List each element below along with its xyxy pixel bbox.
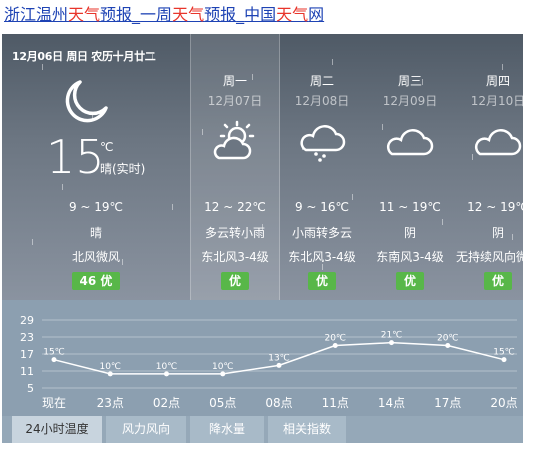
data-point xyxy=(501,357,507,363)
today-column: 12月06日 周日 农历十月廿二 15 ℃ 晴(实时) 9 ~ 19℃ 晴 北风… xyxy=(2,34,190,300)
y-tick-label: 29 xyxy=(20,314,34,327)
day-range: 11 ~ 19℃ xyxy=(379,200,441,214)
moon-icon xyxy=(65,80,108,123)
aqi-badge: 优 xyxy=(307,272,336,290)
day-weather: 阴 xyxy=(491,226,504,240)
data-point xyxy=(51,357,57,363)
data-label: 20℃ xyxy=(437,334,459,344)
data-label: 21℃ xyxy=(381,331,403,341)
y-tick-label: 23 xyxy=(20,331,34,344)
day-date: 12月08日 xyxy=(294,94,350,108)
current-temp: 15 xyxy=(46,130,105,184)
data-label: 13℃ xyxy=(268,353,290,363)
rain-cloud-icon xyxy=(300,125,346,162)
data-point xyxy=(445,343,451,348)
cloud-icon xyxy=(475,129,522,156)
aqi-badge: 46 优 xyxy=(71,272,121,290)
temp-unit: ℃ xyxy=(100,140,114,154)
data-label: 10℃ xyxy=(212,362,234,372)
data-point xyxy=(276,362,282,368)
today-weather: 晴 xyxy=(89,226,102,240)
day-date: 12月10日 xyxy=(470,94,523,108)
cloud-icon xyxy=(387,129,434,156)
y-tick-label: 11 xyxy=(20,365,34,378)
aqi-badge: 优 xyxy=(220,272,249,290)
day-weather: 多云转小雨 xyxy=(204,226,265,240)
data-label: 10℃ xyxy=(156,362,178,372)
x-tick-label: 23点 xyxy=(97,396,124,410)
tab-indices[interactable]: 相关指数 xyxy=(268,416,346,443)
x-tick-label: 14点 xyxy=(378,396,405,410)
page-title: 浙江温州天气预报_一周天气预报_中国天气网 xyxy=(4,4,324,26)
forecast-day-3[interactable]: 周三 12月09日 11 ~ 19℃ 阴 东南风3-4级 优 xyxy=(366,34,454,300)
temperature-chart: 29 23 17 11 5 15℃ 现在 10℃ 23点 10℃ 02点 10℃ 05点 13℃ 08点 20… xyxy=(2,300,523,416)
data-point xyxy=(332,343,338,348)
data-point xyxy=(107,371,113,377)
forecast-day-2[interactable]: 周二 12月08日 9 ~ 16℃ 小雨转多云 东北风3-4级 优 xyxy=(278,34,366,300)
data-point xyxy=(164,371,169,377)
day-range: 9 ~ 16℃ xyxy=(294,200,350,214)
x-tick-label: 11点 xyxy=(322,396,349,410)
data-label: 15℃ xyxy=(43,348,65,358)
x-tick-label: 17点 xyxy=(434,396,461,410)
day-wind: 东北风3-4级 xyxy=(288,250,356,264)
y-tick-label: 17 xyxy=(20,348,34,361)
tab-24h-temp[interactable]: 24小时温度 xyxy=(12,416,102,443)
day-date: 12月09日 xyxy=(382,94,438,108)
temperature-line-chart: 29 23 17 11 5 15℃ 现在 10℃ 23点 10℃ 02点 10℃ 05点 13℃ 08点 20… xyxy=(20,314,518,410)
today-range: 9 ~ 19℃ xyxy=(68,200,124,214)
title-link[interactable]: 浙江温州天气预报_一周天气预报_中国天气网 xyxy=(4,5,324,24)
x-tick-label: 20点 xyxy=(490,396,517,410)
aqi-badge: 优 xyxy=(395,272,424,290)
realtime-weather: 晴(实时) xyxy=(100,162,146,176)
y-tick-label: 5 xyxy=(27,382,34,395)
day-range: 12 ~ 22℃ xyxy=(204,200,266,214)
day-wind: 东南风3-4级 xyxy=(376,250,444,264)
tab-precip[interactable]: 降水量 xyxy=(190,416,264,443)
chart-tabs: 24小时温度 风力风向 降水量 相关指数 xyxy=(2,416,523,443)
tab-wind[interactable]: 风力风向 xyxy=(106,416,186,443)
day-wind: 无持续风向微风 xyxy=(455,250,523,264)
data-label: 10℃ xyxy=(99,362,121,372)
data-point xyxy=(220,371,226,377)
day-week: 周四 xyxy=(485,74,510,88)
data-label: 15℃ xyxy=(493,348,515,358)
weather-panel: 12月06日 周日 农历十月廿二 15 ℃ 晴(实时) 9 ~ 19℃ 晴 北风… xyxy=(2,34,523,300)
sun-cloud-icon xyxy=(213,120,255,160)
data-point xyxy=(389,340,394,346)
day-date: 12月07日 xyxy=(207,94,263,108)
day-wind: 东北风3-4级 xyxy=(201,250,269,264)
today-date: 12月06日 周日 农历十月廿二 xyxy=(12,50,156,63)
x-tick-label: 08点 xyxy=(265,396,292,410)
forecast-day-4[interactable]: 周四 12月10日 12 ~ 19℃ 阴 无持续风向微风 优 xyxy=(454,34,523,300)
day-weather: 小雨转多云 xyxy=(291,226,352,240)
data-label: 20℃ xyxy=(324,334,346,344)
day-week: 周三 xyxy=(397,74,422,88)
x-tick-label: 现在 xyxy=(42,396,66,410)
day-week: 周二 xyxy=(309,74,334,88)
day-week: 周一 xyxy=(222,74,247,88)
x-tick-label: 05点 xyxy=(209,396,236,410)
day-range: 12 ~ 19℃ xyxy=(467,200,523,214)
today-wind: 北风微风 xyxy=(71,250,120,264)
x-tick-label: 02点 xyxy=(153,396,180,410)
aqi-badge: 优 xyxy=(483,272,512,290)
forecast-day-1[interactable]: 周一 12月07日 12 ~ 22℃ 多云转小雨 东北风3-4级 优 xyxy=(190,34,280,300)
day-weather: 阴 xyxy=(403,226,416,240)
